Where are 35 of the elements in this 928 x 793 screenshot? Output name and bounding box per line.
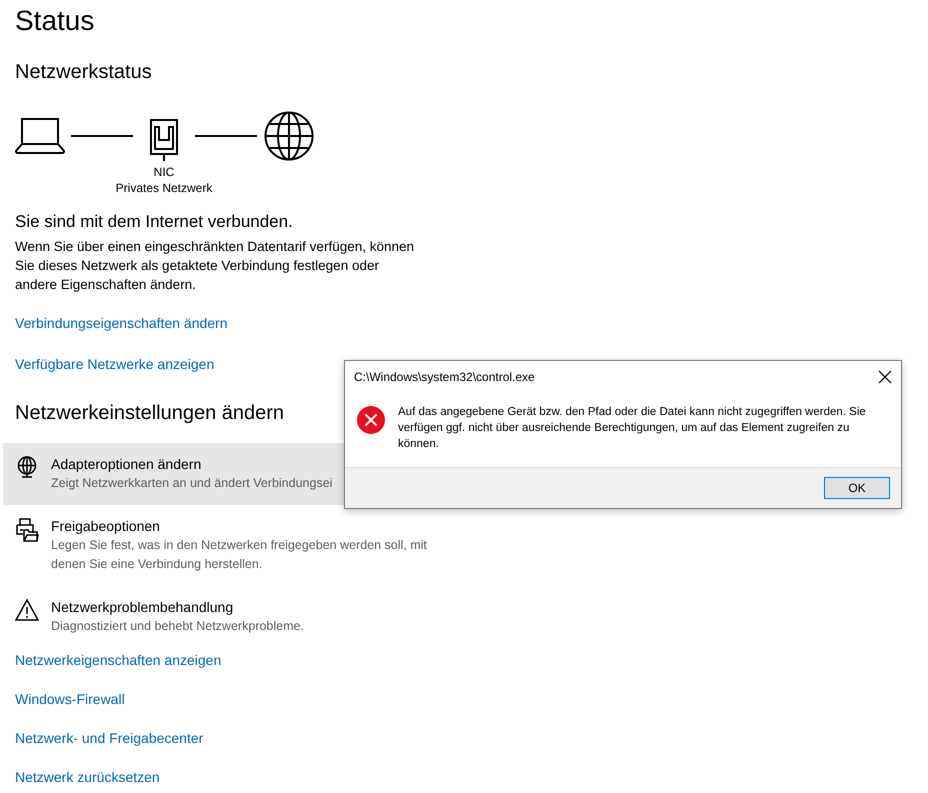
error-icon bbox=[357, 406, 385, 434]
item-title: Adapteroptionen ändern bbox=[51, 455, 202, 474]
connector-line bbox=[195, 135, 257, 137]
laptop-icon bbox=[15, 118, 65, 154]
warning-icon bbox=[15, 599, 39, 621]
page-title: Status bbox=[15, 4, 94, 38]
settings-list-item[interactable]: Adapteroptionen ändern Zeigt Netzwerkkarten an und ändert Verbindungsei bbox=[3, 443, 344, 505]
section-heading: Netzwerkstatus bbox=[15, 60, 152, 85]
item-description: Zeigt Netzwerkkarten an und ändert Verbindungsei bbox=[51, 475, 332, 492]
settings-link[interactable]: Netzwerk- und Freigabecenter bbox=[15, 729, 204, 748]
ok-button[interactable]: OK bbox=[824, 477, 890, 499]
globe-icon bbox=[264, 111, 314, 161]
printer-folder-icon bbox=[15, 518, 39, 542]
item-title: Freigabeoptionen bbox=[51, 517, 160, 536]
settings-link[interactable]: Windows-Firewall bbox=[15, 690, 125, 709]
settings-link[interactable]: Netzwerk zurücksetzen bbox=[15, 768, 160, 787]
settings-link[interactable]: Verfügbare Netzwerke anzeigen bbox=[15, 355, 214, 374]
settings-list-item[interactable]: Netzwerkproblembehandlung Diagnostiziert und behebt Netzwerkprobleme. bbox=[3, 586, 453, 648]
item-title: Netzwerkproblembehandlung bbox=[51, 598, 234, 617]
error-message: Auf das angegebene Gerät bzw. den Pfad oder die Datei kann nicht zugegriffen werden. Sie verfügen ggf. nicht über ausreichende Berechtigungen, um auf das Element zugreifen zu können. bbox=[398, 405, 867, 452]
connector-line bbox=[71, 135, 133, 137]
settings-link[interactable]: Verbindungseigenschaften ändern bbox=[15, 314, 228, 333]
adapter-label: NIC bbox=[154, 164, 174, 180]
globe-monitor-icon bbox=[15, 456, 39, 478]
settings-link[interactable]: Netzwerkeigenschaften anzeigen bbox=[15, 651, 222, 670]
description-text: Wenn Sie über einen eingeschränkten Datentarif verfügen, können Sie dieses Netzwerk als getaktete Verbindung festlegen oder andere Eigenschaften ändern. bbox=[15, 238, 416, 294]
settings-list-item[interactable]: Freigabeoptionen Legen Sie fest, was in den Netzwerken freigegeben werden soll, mit denen Sie eine Verbindung herstellen. bbox=[3, 505, 453, 586]
connection-status-title: Sie sind mit dem Internet verbunden. bbox=[15, 211, 293, 233]
network-label: Privates Netzwerk bbox=[116, 180, 212, 196]
section-heading: Netzwerkeinstellungen ändern bbox=[15, 401, 284, 426]
network-adapter-icon bbox=[150, 119, 178, 161]
item-description: Diagnostiziert und behebt Netzwerkprobleme. bbox=[51, 618, 304, 635]
dialog-title: C:\Windows\system32\control.exe bbox=[354, 368, 535, 384]
item-description: Legen Sie fest, was in den Netzwerken freigegeben werden soll, mit denen Sie eine Verbindung herstellen. bbox=[51, 537, 428, 573]
close-icon[interactable] bbox=[878, 370, 892, 384]
